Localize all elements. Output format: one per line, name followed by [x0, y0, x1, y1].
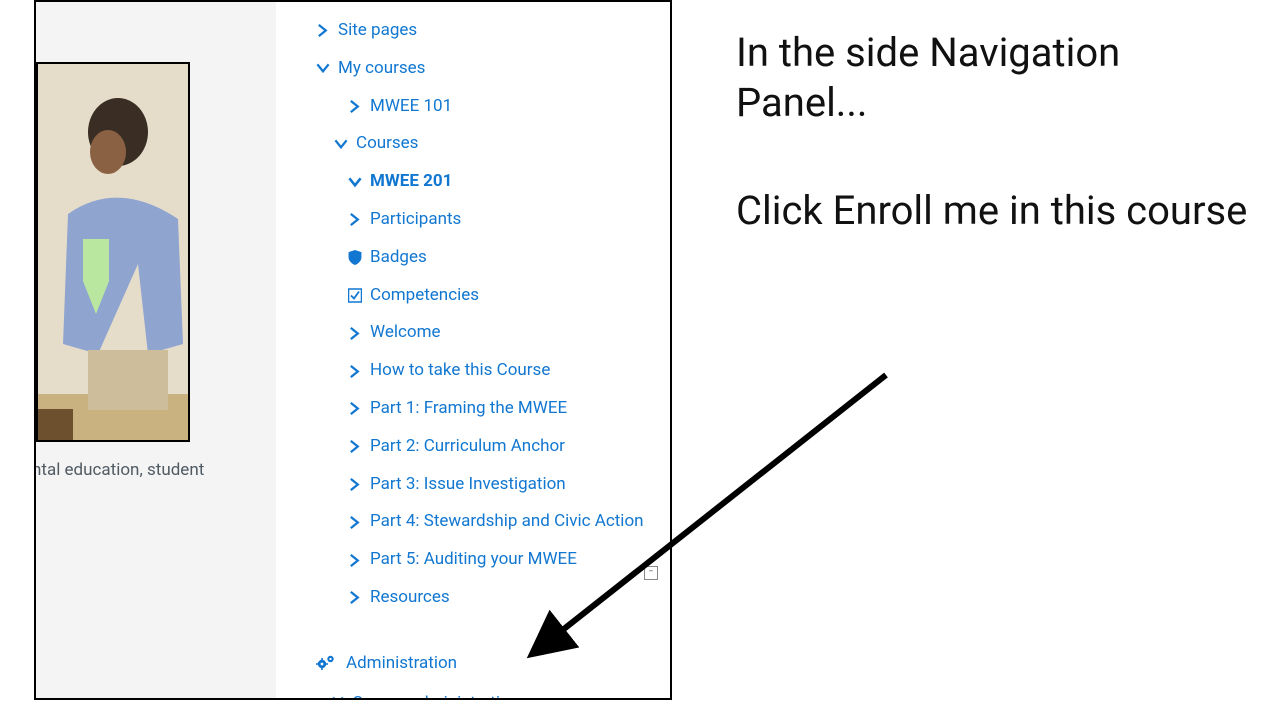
chevron-right-icon [348, 477, 362, 491]
course-administration[interactable]: Course administration [276, 679, 670, 700]
navigation-sidebar: Site pages My courses MWEE 101 Courses M [276, 2, 670, 698]
instruction-line-1: In the side Navigation Panel... [736, 28, 1256, 128]
chevron-right-icon [348, 553, 362, 567]
nav-mwee-201[interactable]: MWEE 201 [276, 163, 670, 201]
screenshot-region: ntal education, student Site pages My co… [34, 0, 672, 700]
nav-mwee-101[interactable]: MWEE 101 [276, 88, 670, 126]
administration-block: Administration [276, 647, 670, 679]
nav-site-pages[interactable]: Site pages [276, 12, 670, 50]
nav-link[interactable]: Resources [370, 586, 450, 610]
chevron-right-icon [348, 515, 362, 529]
cropped-body-text: ntal education, student [34, 460, 232, 480]
nav-link[interactable]: Part 5: Auditing your MWEE [370, 548, 577, 572]
chevron-right-icon [316, 24, 330, 38]
gears-icon [316, 654, 336, 672]
chevron-down-icon [316, 62, 330, 76]
nav-resources[interactable]: Resources [276, 579, 670, 617]
administration-heading[interactable]: Administration [316, 647, 670, 679]
course-photo-placeholder [36, 62, 190, 442]
nav-link[interactable]: Badges [370, 246, 427, 270]
nav-link[interactable]: My courses [338, 57, 425, 81]
nav-courses[interactable]: Courses [276, 125, 670, 163]
person-silhouette-illustration [38, 64, 188, 440]
chevron-right-icon [348, 326, 362, 340]
chevron-right-icon [348, 99, 362, 113]
block-collapse-button[interactable]: − [644, 566, 658, 580]
admin-heading-text: Administration [346, 653, 457, 673]
nav-part-4[interactable]: Part 4: Stewardship and Civic Action [276, 503, 670, 541]
nav-part-5[interactable]: Part 5: Auditing your MWEE [276, 541, 670, 579]
shield-icon [348, 251, 362, 265]
nav-part-1[interactable]: Part 1: Framing the MWEE [276, 390, 670, 428]
chevron-right-icon [348, 591, 362, 605]
nav-link[interactable]: Welcome [370, 321, 441, 345]
nav-participants[interactable]: Participants [276, 201, 670, 239]
nav-link[interactable]: Competencies [370, 284, 479, 308]
nav-part-2[interactable]: Part 2: Curriculum Anchor [276, 428, 670, 466]
nav-competencies[interactable]: Competencies [276, 277, 670, 315]
nav-part-3[interactable]: Part 3: Issue Investigation [276, 466, 670, 504]
nav-link[interactable]: MWEE 101 [370, 95, 452, 119]
nav-welcome[interactable]: Welcome [276, 314, 670, 352]
chevron-right-icon [348, 440, 362, 454]
chevron-right-icon [348, 213, 362, 227]
checkbox-checked-icon [348, 288, 362, 302]
nav-link[interactable]: Part 4: Stewardship and Civic Action [370, 510, 644, 534]
nav-link[interactable]: Part 2: Curriculum Anchor [370, 435, 565, 459]
nav-badges[interactable]: Badges [276, 239, 670, 277]
nav-link[interactable]: MWEE 201 [370, 170, 452, 194]
nav-my-courses[interactable]: My courses [276, 50, 670, 88]
nav-link[interactable]: Part 3: Issue Investigation [370, 473, 566, 497]
nav-link[interactable]: How to take this Course [370, 359, 550, 383]
chevron-down-icon [332, 695, 344, 700]
nav-link[interactable]: Site pages [338, 19, 417, 43]
nav-link[interactable]: Part 1: Framing the MWEE [370, 397, 567, 421]
course-admin-link[interactable]: Course administration [352, 693, 519, 700]
nav-how-to-take-course[interactable]: How to take this Course [276, 352, 670, 390]
chevron-down-icon [334, 137, 348, 151]
instruction-text: In the side Navigation Panel... Click En… [736, 28, 1256, 236]
nav-link[interactable]: Participants [370, 208, 461, 232]
chevron-down-icon [348, 175, 362, 189]
chevron-right-icon [348, 364, 362, 378]
nav-link[interactable]: Courses [356, 132, 418, 156]
instruction-line-2: Click Enroll me in this course [736, 186, 1256, 236]
chevron-right-icon [348, 402, 362, 416]
